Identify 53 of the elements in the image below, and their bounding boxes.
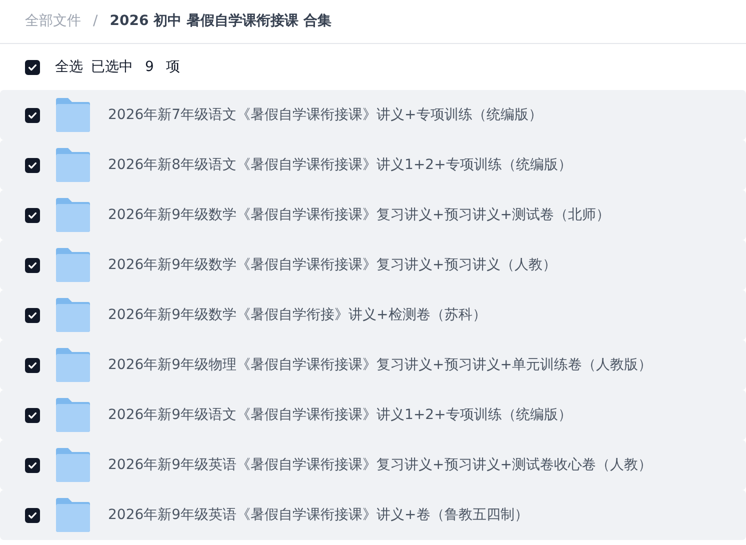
check-icon: [27, 360, 38, 370]
selection-unit: 项: [166, 58, 180, 76]
folder-icon: [55, 447, 91, 483]
file-name: 2026年新9年级英语《暑假自学课衔接课》复习讲义+预习讲义+测试卷收心卷（人教）: [108, 456, 652, 474]
check-icon: [27, 310, 38, 320]
file-row[interactable]: 2026年新9年级数学《暑假自学衔接》讲义+检测卷（苏科）: [0, 290, 746, 340]
folder-icon: [55, 397, 91, 433]
check-icon: [27, 260, 38, 270]
file-row[interactable]: 2026年新9年级物理《暑假自学课衔接课》复习讲义+预习讲义+单元训练卷（人教版）: [0, 340, 746, 390]
file-row[interactable]: 2026年新8年级语文《暑假自学课衔接课》讲义1+2+专项训练（统编版）: [0, 140, 746, 190]
file-name: 2026年新9年级数学《暑假自学课衔接课》复习讲义+预习讲义+测试卷（北师）: [108, 206, 610, 224]
checkbox[interactable]: [25, 458, 40, 472]
file-row[interactable]: 2026年新9年级英语《暑假自学课衔接课》讲义+卷（鲁教五四制）: [0, 490, 746, 540]
checkbox[interactable]: [25, 308, 40, 322]
file-name: 2026年新8年级语文《暑假自学课衔接课》讲义1+2+专项训练（统编版）: [108, 156, 572, 174]
file-row[interactable]: 2026年新9年级语文《暑假自学课衔接课》讲义1+2+专项训练（统编版）: [0, 390, 746, 440]
breadcrumb-separator: /: [93, 12, 98, 31]
check-icon: [27, 510, 38, 520]
selection-count: 9: [144, 58, 155, 76]
file-row[interactable]: 2026年新9年级英语《暑假自学课衔接课》复习讲义+预习讲义+测试卷收心卷（人教）: [0, 440, 746, 490]
checkbox[interactable]: [25, 408, 40, 422]
folder-icon: [55, 347, 91, 383]
selection-summary: 已选中: [91, 58, 133, 76]
check-icon: [27, 160, 38, 170]
check-icon: [27, 110, 38, 120]
check-icon: [27, 460, 38, 470]
folder-icon: [55, 497, 91, 533]
select-all-label[interactable]: 全选: [55, 56, 83, 78]
file-name: 2026年新9年级英语《暑假自学课衔接课》讲义+卷（鲁教五四制）: [108, 506, 528, 524]
checkbox[interactable]: [25, 208, 40, 222]
checkbox[interactable]: [25, 258, 40, 272]
checkbox[interactable]: [25, 60, 40, 74]
checkbox[interactable]: [25, 158, 40, 172]
checkbox[interactable]: [25, 508, 40, 522]
file-name: 2026年新9年级物理《暑假自学课衔接课》复习讲义+预习讲义+单元训练卷（人教版）: [108, 356, 652, 374]
check-icon: [27, 210, 38, 220]
file-name: 2026年新9年级数学《暑假自学衔接》讲义+检测卷（苏科）: [108, 306, 486, 324]
folder-icon: [55, 147, 91, 183]
folder-icon: [55, 197, 91, 233]
file-name: 2026年新9年级数学《暑假自学课衔接课》复习讲义+预习讲义（人教）: [108, 256, 556, 274]
folder-icon: [55, 247, 91, 283]
folder-icon: [55, 297, 91, 333]
file-row[interactable]: 2026年新9年级数学《暑假自学课衔接课》复习讲义+预习讲义+测试卷（北师）: [0, 190, 746, 240]
file-row[interactable]: 2026年新7年级语文《暑假自学课衔接课》讲义+专项训练（统编版）: [0, 90, 746, 140]
checkbox[interactable]: [25, 358, 40, 372]
checkbox[interactable]: [25, 108, 40, 122]
file-row[interactable]: 2026年新9年级数学《暑假自学课衔接课》复习讲义+预习讲义（人教）: [0, 240, 746, 290]
check-icon: [27, 62, 38, 72]
file-name: 2026年新9年级语文《暑假自学课衔接课》讲义1+2+专项训练（统编版）: [108, 406, 572, 424]
file-name: 2026年新7年级语文《暑假自学课衔接课》讲义+专项训练（统编版）: [108, 106, 542, 124]
folder-title: 2026 初中 暑假自学课衔接课 合集: [110, 12, 332, 31]
folder-icon: [55, 97, 91, 133]
check-icon: [27, 410, 38, 420]
